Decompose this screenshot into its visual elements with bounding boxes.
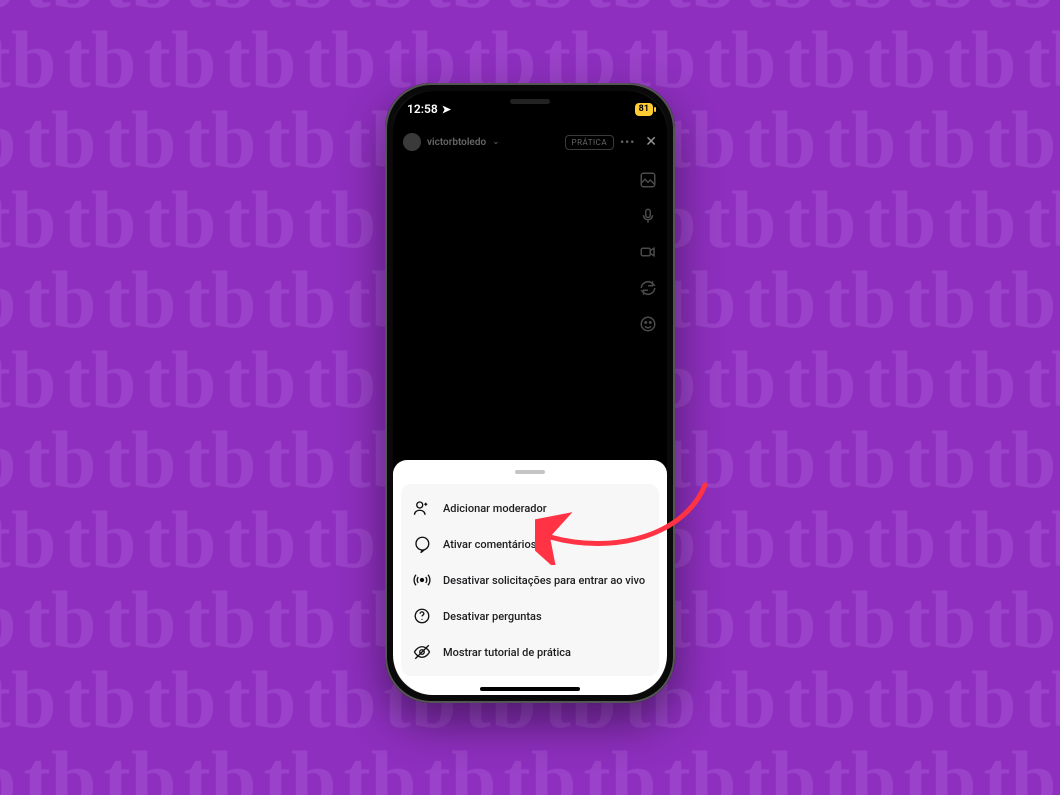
disable-join-requests-option[interactable]: Desativar solicitações para entrar ao vi… [401, 562, 659, 598]
battery-icon: 81 [635, 103, 653, 116]
face-icon[interactable] [639, 315, 657, 333]
camera-icon[interactable] [639, 243, 657, 261]
gallery-icon[interactable] [639, 171, 657, 189]
phone-screen: 12:58 ➤ 81 victorbtoledo ⌄ PRÁTICA ••• ✕ [393, 91, 667, 695]
disable-questions-option[interactable]: Desativar perguntas [401, 598, 659, 634]
statusbar-time: 12:58 [407, 102, 438, 116]
comment-icon [413, 535, 431, 553]
options-card: Adicionar moderador Ativar comentários D… [401, 484, 659, 676]
app-header: victorbtoledo ⌄ PRÁTICA ••• ✕ [393, 127, 667, 157]
tool-column [639, 171, 657, 333]
option-label: Ativar comentários [443, 538, 536, 551]
broadcast-off-icon [413, 571, 431, 589]
add-moderator-option[interactable]: Adicionar moderador [401, 490, 659, 526]
question-icon [413, 607, 431, 625]
chevron-down-icon[interactable]: ⌄ [492, 137, 500, 147]
enable-comments-option[interactable]: Ativar comentários [401, 526, 659, 562]
show-tutorial-option[interactable]: Mostrar tutorial de prática [401, 634, 659, 670]
more-icon[interactable]: ••• [620, 135, 635, 149]
bottom-sheet: Adicionar moderador Ativar comentários D… [393, 460, 667, 695]
eye-off-icon [413, 643, 431, 661]
option-label: Adicionar moderador [443, 502, 547, 515]
phone-frame: 12:58 ➤ 81 victorbtoledo ⌄ PRÁTICA ••• ✕ [385, 83, 675, 703]
flip-camera-icon[interactable] [639, 279, 657, 297]
sheet-grabber[interactable] [515, 470, 545, 474]
phone-notch [470, 91, 590, 115]
option-label: Mostrar tutorial de prática [443, 646, 571, 659]
microphone-icon[interactable] [639, 207, 657, 225]
close-icon[interactable]: ✕ [641, 134, 657, 150]
mode-pill[interactable]: PRÁTICA [565, 135, 615, 150]
add-person-icon [413, 499, 431, 517]
avatar[interactable] [403, 133, 421, 151]
home-indicator[interactable] [480, 687, 580, 691]
option-label: Desativar solicitações para entrar ao vi… [443, 574, 645, 587]
username-label[interactable]: victorbtoledo [427, 137, 486, 148]
location-icon: ➤ [442, 103, 451, 116]
option-label: Desativar perguntas [443, 610, 542, 623]
